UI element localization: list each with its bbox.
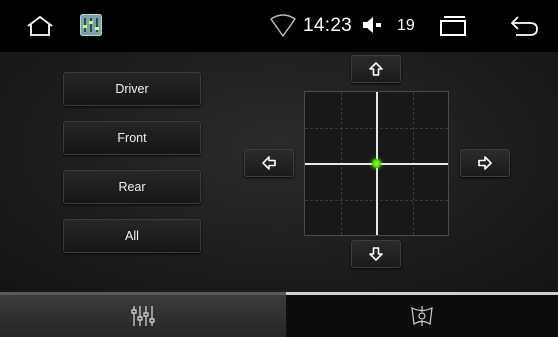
tab-equalizer[interactable] [0,292,286,337]
wifi-icon [270,14,296,38]
back-icon[interactable] [508,14,540,38]
arrow-up-icon [369,62,383,76]
tab-balance[interactable] [286,292,558,337]
move-right-button[interactable] [460,149,510,177]
equalizer-icon [131,306,155,326]
move-down-button[interactable] [351,240,401,268]
move-up-button[interactable] [351,55,401,83]
bottom-tabs [0,292,558,337]
arrow-right-icon [478,156,492,170]
front-button[interactable]: Front [63,121,201,155]
move-left-button[interactable] [244,149,294,177]
status-bar: 14:23 19 [0,0,558,52]
rear-button[interactable]: Rear [63,170,201,204]
driver-button[interactable]: Driver [63,72,201,106]
all-button[interactable]: All [63,219,201,253]
balance-panel: Driver Front Rear All [0,52,558,292]
volume-level: 19 [397,17,415,34]
arrow-down-icon [369,247,383,261]
arrow-left-icon [262,156,276,170]
balance-grid[interactable] [304,91,449,236]
balance-point[interactable] [372,159,381,168]
home-icon[interactable] [26,14,54,38]
clock-time: 14:23 [303,15,353,36]
equalizer-app-icon[interactable] [80,14,102,36]
recent-apps-icon[interactable] [437,15,469,37]
balance-icon [411,306,433,326]
volume-icon[interactable] [361,15,383,35]
